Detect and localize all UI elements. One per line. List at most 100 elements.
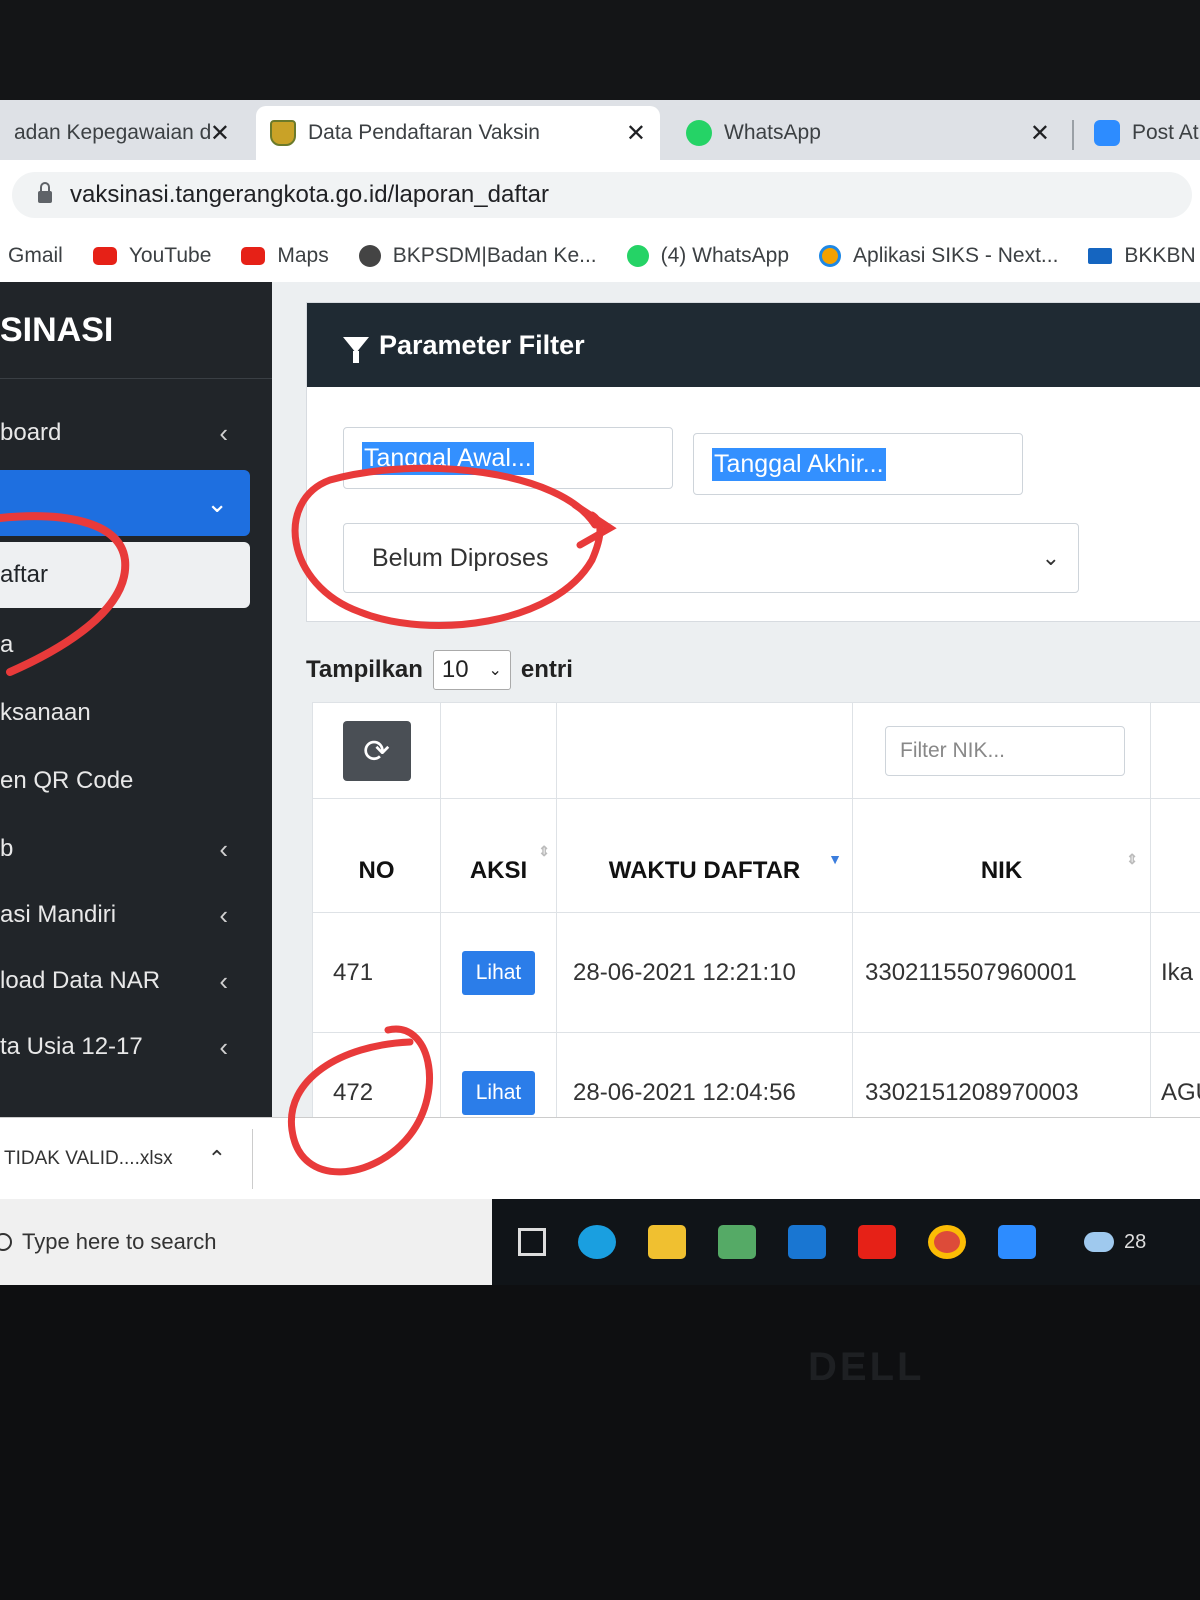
zoom-icon[interactable] [998, 1225, 1036, 1259]
bookmark-bkpsdm[interactable]: BKPSDM|Badan Ke... [358, 244, 597, 268]
sidebar-item-qr-code[interactable]: en QR Code [0, 748, 250, 814]
column-header-no[interactable]: NO [313, 799, 441, 913]
taskbar-clock: 28 [1124, 1230, 1147, 1253]
bookmark-gmail[interactable]: Gmail [8, 244, 63, 268]
sidebar-item-upload-data-nar[interactable]: load Data NAR ‹ [0, 948, 250, 1014]
chrome-icon[interactable] [928, 1225, 966, 1259]
sidebar-brand: SINASI [0, 282, 272, 379]
header-label: NO [358, 856, 395, 884]
table-cell-nik: 3302115507960001 [853, 913, 1151, 1033]
end-date-placeholder: Tanggal Akhir... [712, 447, 886, 481]
lock-icon [38, 182, 52, 203]
refresh-icon[interactable]: ⟳ [342, 720, 411, 781]
nik-value: 3302151208970003 [865, 1078, 1079, 1106]
sidebar-item-a[interactable]: a [0, 612, 250, 678]
chevron-left-icon: ‹ [219, 965, 228, 996]
youtube-icon[interactable] [858, 1225, 896, 1259]
tab-title: WhatsApp [724, 121, 821, 144]
tab-separator [1072, 120, 1074, 150]
status-select[interactable]: Belum Diproses ⌄ [343, 523, 1079, 593]
url-field[interactable]: vaksinasi.tangerangkota.go.id/laporan_da… [12, 172, 1192, 218]
bookmark-whatsapp[interactable]: (4) WhatsApp [626, 244, 789, 268]
chevron-down-icon: ⌄ [1041, 545, 1060, 570]
table-cell-aksi: Lihat [441, 913, 557, 1033]
start-date-input[interactable]: Tanggal Awal... [343, 427, 673, 489]
sidebar-item-label: board [0, 419, 62, 446]
chevron-left-icon: ‹ [219, 833, 228, 864]
bkkbn-icon [1088, 248, 1113, 264]
brand-text: SINASI [0, 310, 114, 349]
close-tab-icon[interactable]: ✕ [626, 119, 646, 148]
table-cell-no: 471 [313, 913, 441, 1033]
bookmark-youtube[interactable]: YouTube [92, 244, 211, 268]
sidebar-item-label: aftar [0, 561, 49, 588]
lihat-button[interactable]: Lihat [461, 1070, 536, 1115]
edge-icon[interactable] [578, 1225, 616, 1259]
entries-length-select[interactable]: 10 ⌄ [432, 650, 511, 690]
bookmarks-bar: Gmail YouTube Maps BKPSDM|Badan Ke... (4… [0, 230, 1200, 283]
column-header-waktu-daftar[interactable]: WAKTU DAFTAR ▼ [557, 799, 853, 913]
sort-desc-icon: ▼ [828, 851, 842, 867]
sidebar-item-pelaksanaan[interactable]: ksanaan [0, 680, 250, 746]
filter-card: Parameter Filter Tanggal Awal... Tanggal… [306, 302, 1200, 622]
tab-data-pendaftaran-vaksin[interactable]: Data Pendaftaran Vaksin ✕ [256, 106, 660, 160]
entries-length-control: Tampilkan 10 ⌄ entri [306, 650, 573, 690]
youtube-icon [92, 247, 117, 265]
nik-filter-placeholder: Filter NIK... [900, 738, 1006, 762]
taskbar-search[interactable]: Type here to search [0, 1199, 492, 1285]
chevron-left-icon: ‹ [219, 417, 228, 448]
mail-icon[interactable] [788, 1225, 826, 1259]
column-header-nik[interactable]: NIK ⇕ [853, 799, 1151, 913]
header-label: AKSI [469, 856, 528, 884]
download-item[interactable]: TIDAK VALID....xlsx ⌃ [0, 1129, 253, 1189]
onedrive-icon[interactable] [1084, 1232, 1114, 1252]
bookmark-maps[interactable]: Maps [241, 244, 329, 268]
registrations-table: ⟳ Filter NIK... NO AKSI ⇕ WAKTU DAFTAR ▼… [312, 702, 1200, 1154]
windows-taskbar: Type here to search 28 [0, 1199, 1200, 1285]
table-filter-cell: Filter NIK... [853, 703, 1151, 799]
chevron-down-icon: ⌄ [206, 487, 228, 518]
sidebar-item-label: b [0, 835, 14, 862]
registration-time: 28-06-2021 12:04:56 [573, 1078, 796, 1106]
sort-icon: ⇕ [1126, 851, 1138, 867]
store-icon[interactable] [718, 1225, 756, 1259]
close-tab-icon[interactable]: ✕ [210, 119, 230, 148]
zoom-icon [1094, 120, 1120, 146]
sidebar-item-label: load Data NAR [0, 967, 161, 994]
close-tab-icon[interactable]: ✕ [1030, 119, 1050, 148]
column-header-aksi[interactable]: AKSI ⇕ [441, 799, 557, 913]
download-filename: TIDAK VALID....xlsx [4, 1148, 173, 1169]
status-selected-value: Belum Diproses [372, 543, 549, 572]
bookmark-label: BKPSDM|Badan Ke... [392, 244, 597, 267]
nik-filter-input[interactable]: Filter NIK... [885, 725, 1125, 776]
sidebar-item-b[interactable]: b ‹ [0, 816, 250, 882]
url-text: vaksinasi.tangerangkota.go.id/laporan_da… [70, 181, 549, 208]
table-cell-waktu: 28-06-2021 12:21:10 [557, 913, 853, 1033]
gov-crest-icon [270, 120, 296, 146]
header-label: WAKTU DAFTAR [608, 856, 801, 884]
task-view-icon[interactable] [518, 1228, 546, 1256]
sidebar-item-data-usia-12-17[interactable]: ta Usia 12-17 ‹ [0, 1014, 250, 1080]
laptop-bezel-top [0, 0, 1200, 100]
filter-card-header: Parameter Filter [307, 303, 1200, 387]
sidebar-item-vaksinasi-mandiri[interactable]: asi Mandiri ‹ [0, 882, 250, 948]
tab-whatsapp[interactable]: WhatsApp ✕ [672, 106, 1064, 160]
sidebar-item-active-group[interactable]: ⌄ [0, 470, 250, 536]
youtube-icon [241, 247, 266, 265]
tab-zoom[interactable]: Post At [1080, 106, 1200, 160]
file-explorer-icon[interactable] [648, 1225, 686, 1259]
end-date-input[interactable]: Tanggal Akhir... [693, 433, 1023, 495]
bookmark-bkkbn[interactable]: BKKBN [1088, 244, 1196, 268]
sidebar-item-label: a [0, 631, 14, 658]
row-number: 471 [333, 958, 374, 986]
column-header-nama[interactable] [1151, 799, 1200, 913]
chevron-left-icon: ‹ [219, 1031, 228, 1062]
tab-bkpsdm[interactable]: adan Kepegawaian da ✕ [0, 106, 244, 160]
sidebar-item-laporan-daftar[interactable]: aftar [0, 542, 250, 608]
chevron-up-icon[interactable]: ⌃ [208, 1146, 226, 1172]
sidebar-item-dashboard[interactable]: board ‹ [0, 400, 250, 466]
bookmark-siks[interactable]: Aplikasi SIKS - Next... [819, 244, 1058, 268]
whatsapp-icon [686, 120, 712, 146]
lihat-button[interactable]: Lihat [461, 950, 536, 995]
bookmark-label: Gmail [8, 244, 63, 267]
